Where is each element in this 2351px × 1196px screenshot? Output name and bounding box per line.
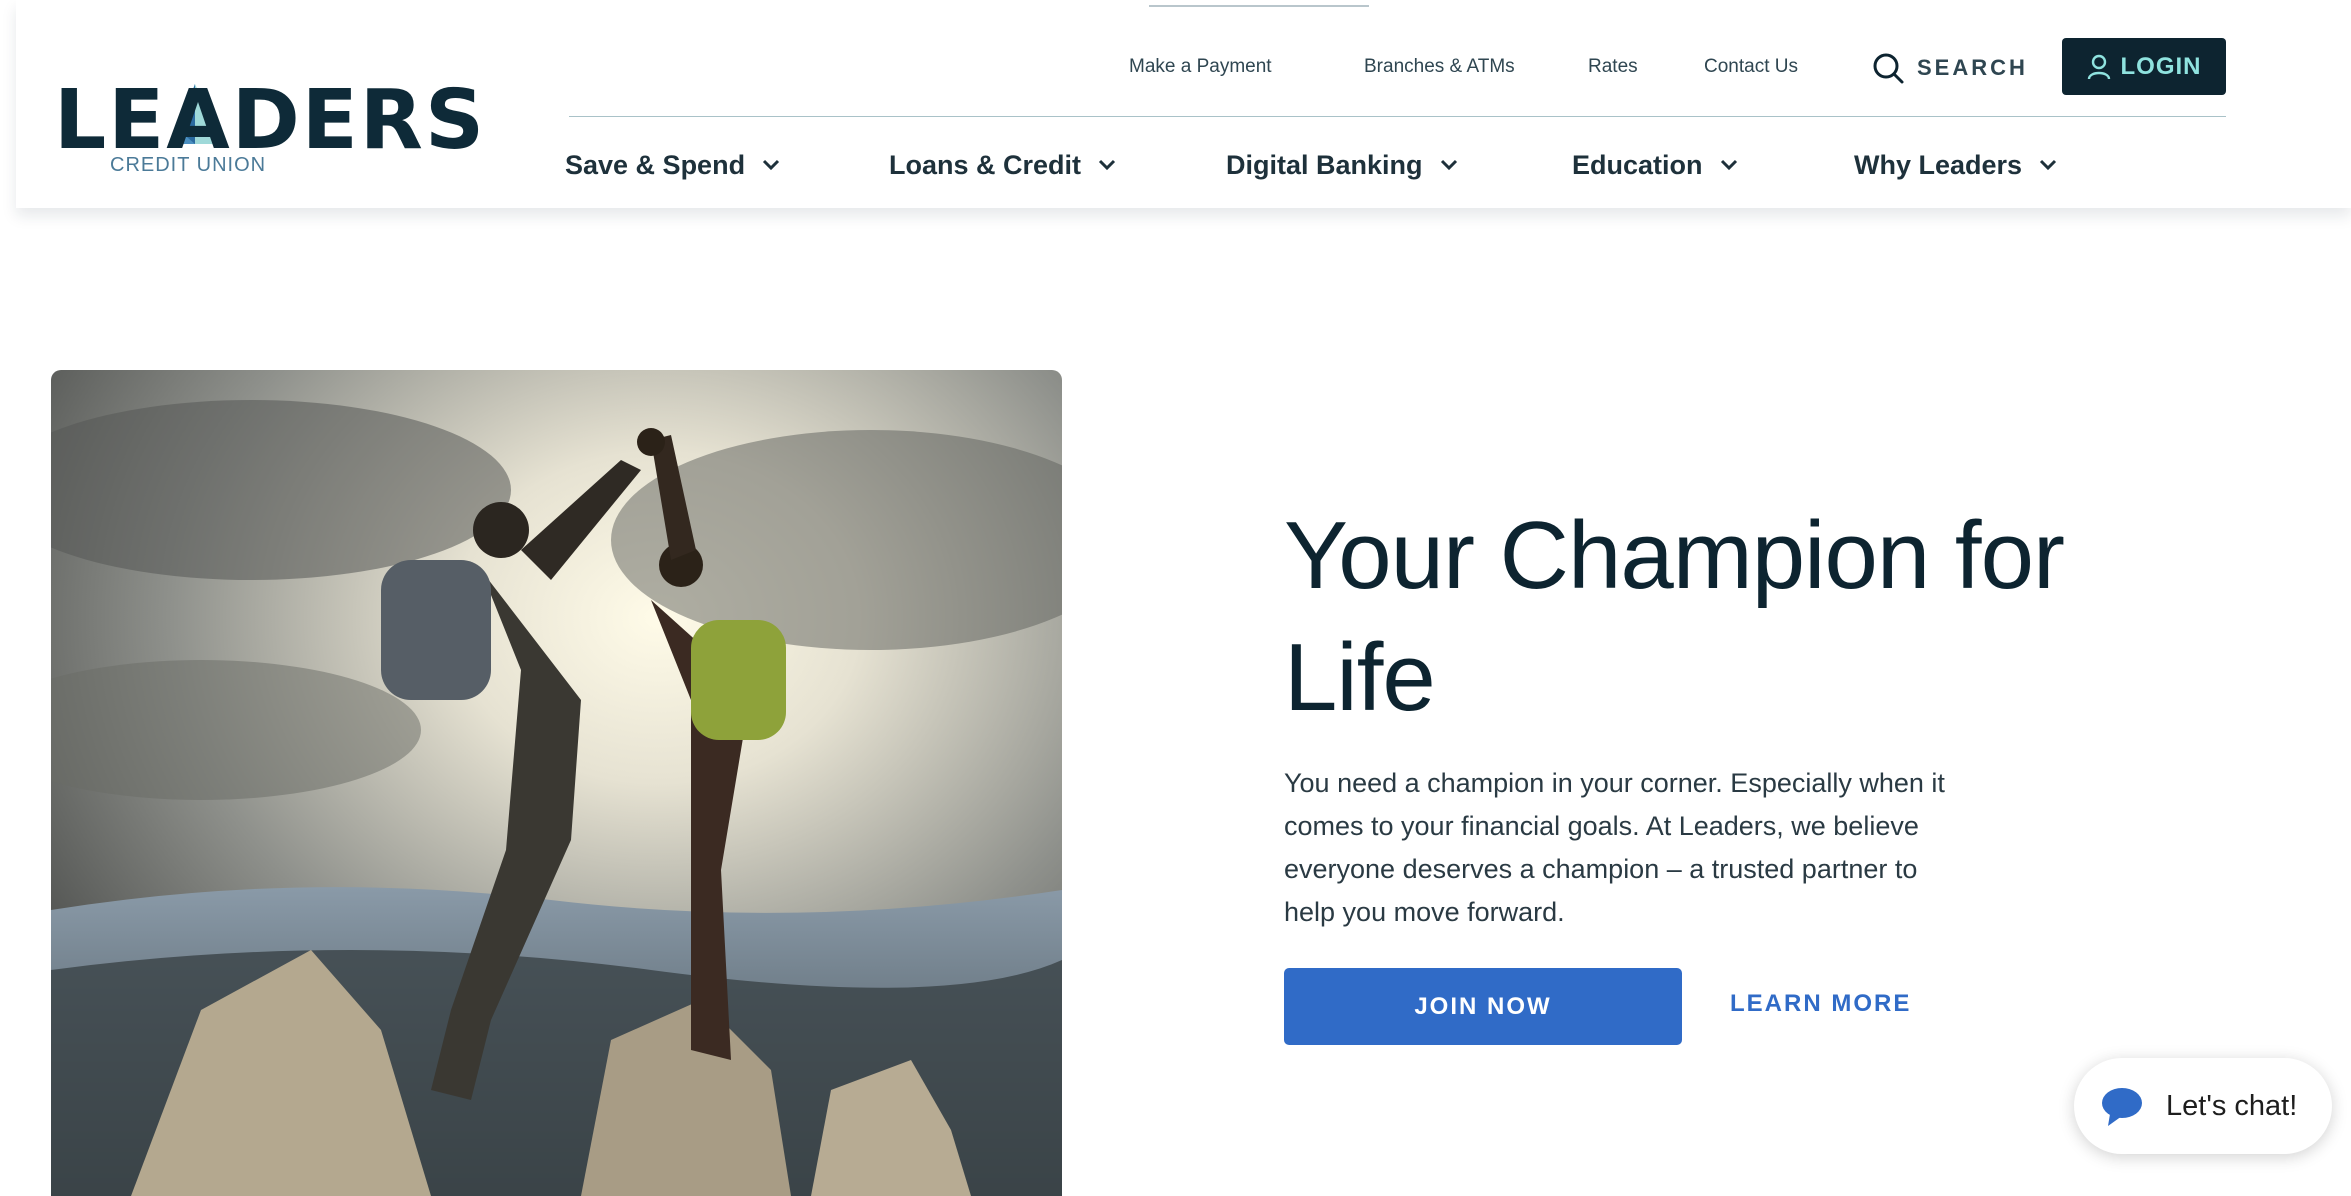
join-now-button[interactable]: JOIN NOW xyxy=(1284,968,1682,1045)
login-button[interactable]: LOGIN xyxy=(2062,38,2226,95)
nav-education[interactable]: Education xyxy=(1572,148,1739,182)
nav-save-spend[interactable]: Save & Spend xyxy=(565,148,781,182)
search-icon xyxy=(1873,53,1904,84)
hero-description: You need a champion in your corner. Espe… xyxy=(1284,768,1945,927)
utility-link-contact-us[interactable]: Contact Us xyxy=(1704,56,1798,78)
top-indicator xyxy=(1149,5,1369,7)
leaders-logo[interactable]: LEADERS CREDIT UNION xyxy=(54,80,484,180)
chat-widget-button[interactable]: Let's chat! xyxy=(2074,1058,2332,1154)
chevron-down-icon xyxy=(1098,159,1116,171)
search-label: SEARCH xyxy=(1917,55,2028,80)
utility-link-make-a-payment[interactable]: Make a Payment xyxy=(1129,56,1272,78)
chevron-down-icon xyxy=(763,159,780,171)
logo-wordmark: LEADERS xyxy=(54,73,487,168)
nav-label: Education xyxy=(1572,149,1703,180)
hikers-illustration xyxy=(51,370,1062,1196)
hero-title: Your Champion for Life xyxy=(1284,502,2065,731)
nav-label: Digital Banking xyxy=(1226,149,1423,180)
nav-why-leaders[interactable]: Why Leaders xyxy=(1854,148,2058,182)
chevron-down-icon xyxy=(2040,159,2057,171)
chevron-down-icon xyxy=(1440,159,1457,171)
utility-link-rates[interactable]: Rates xyxy=(1588,56,1638,78)
logo-subtitle: CREDIT UNION xyxy=(110,154,267,176)
nav-label: Loans & Credit xyxy=(889,149,1082,180)
chat-label: Let's chat! xyxy=(2166,1089,2298,1122)
chevron-down-icon xyxy=(1720,159,1737,171)
join-now-label: JOIN NOW xyxy=(1414,992,1552,1020)
login-label: LOGIN xyxy=(2120,52,2202,80)
utility-link-branches-atms[interactable]: Branches & ATMs xyxy=(1364,56,1515,78)
hero-photo-hikers xyxy=(51,370,1062,1196)
site-header: LEADERS CREDIT UNION Make a Payment Bran… xyxy=(16,0,2351,208)
nav-loans-credit[interactable]: Loans & Credit xyxy=(889,148,1117,182)
nav-label: Save & Spend xyxy=(565,149,746,180)
chat-bubble-icon xyxy=(2102,1088,2142,1126)
header-divider xyxy=(569,116,2226,117)
user-icon xyxy=(2087,54,2110,79)
nav-digital-banking[interactable]: Digital Banking xyxy=(1226,148,1459,182)
nav-label: Why Leaders xyxy=(1854,149,2023,180)
learn-more-link[interactable]: LEARN MORE xyxy=(1730,990,1911,1018)
search-button[interactable]: SEARCH xyxy=(1871,50,2028,86)
